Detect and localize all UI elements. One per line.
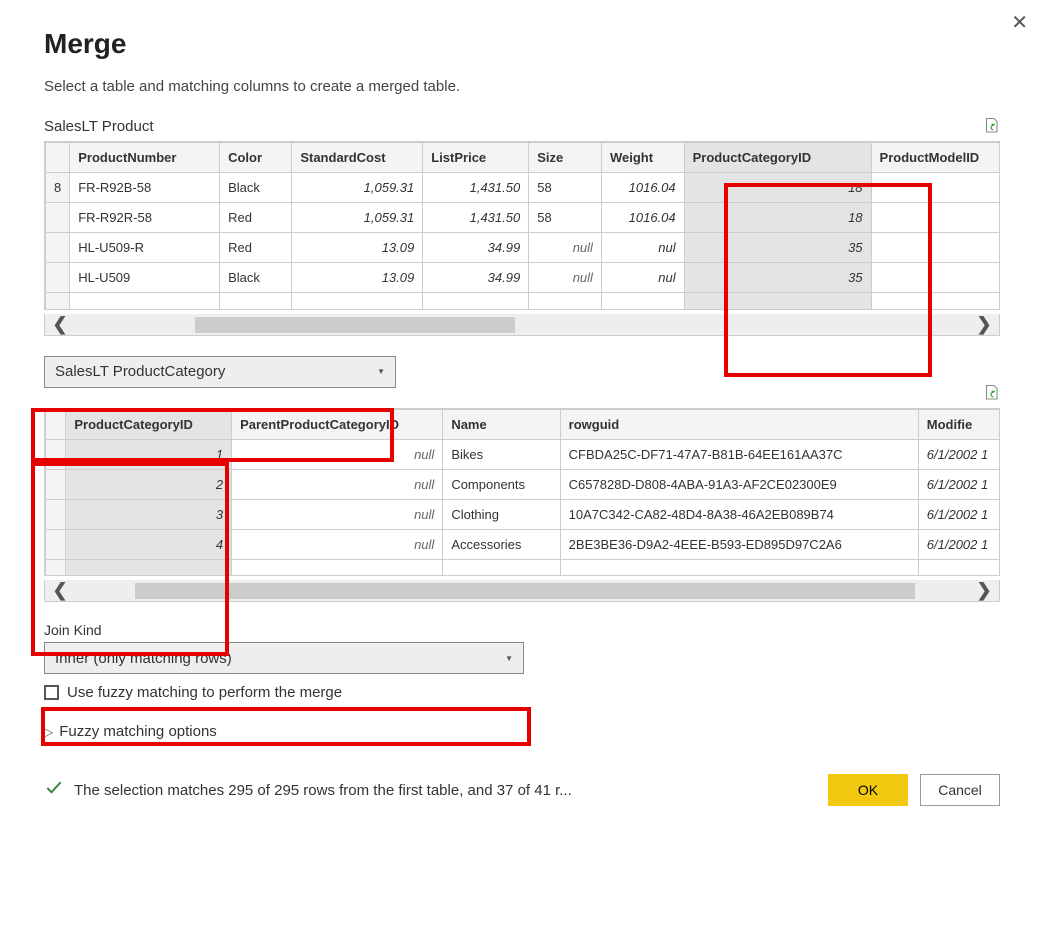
join-kind-select[interactable]: Inner (only matching rows) ▼ bbox=[44, 642, 524, 674]
scroll-right-icon[interactable]: ❯ bbox=[969, 314, 999, 335]
table1-hscrollbar[interactable]: ❮ ❯ bbox=[44, 314, 1000, 336]
checkmark-icon bbox=[44, 778, 64, 802]
scroll-thumb[interactable] bbox=[135, 583, 915, 599]
status-text: The selection matches 295 of 295 rows fr… bbox=[74, 782, 572, 799]
join-kind-value: Inner (only matching rows) bbox=[55, 650, 232, 667]
table2-grid[interactable]: ProductCategoryID ParentProductCategoryI… bbox=[44, 408, 1000, 577]
chevron-down-icon: ▼ bbox=[505, 654, 513, 663]
col-header[interactable]: rowguid bbox=[560, 409, 918, 439]
col-header[interactable]: StandardCost bbox=[292, 143, 423, 173]
table-row[interactable]: 8 FR-R92B-58 Black 1,059.31 1,431.50 58 … bbox=[46, 173, 1000, 203]
table1-name: SalesLT Product bbox=[44, 118, 154, 135]
col-header[interactable]: ProductNumber bbox=[70, 143, 220, 173]
fuzzy-options-label: Fuzzy matching options bbox=[59, 723, 217, 740]
close-icon[interactable]: ✕ bbox=[1011, 10, 1028, 35]
table-row[interactable]: 3 null Clothing 10A7C342-CA82-48D4-8A38-… bbox=[46, 499, 1000, 529]
table1-grid[interactable]: ProductNumber Color StandardCost ListPri… bbox=[44, 141, 1000, 310]
col-header-selected[interactable]: ProductCategoryID bbox=[684, 143, 871, 173]
scroll-left-icon[interactable]: ❮ bbox=[45, 314, 75, 335]
col-header-selected[interactable]: ProductCategoryID bbox=[66, 409, 232, 439]
col-header[interactable]: Color bbox=[220, 143, 292, 173]
col-header[interactable]: Size bbox=[529, 143, 602, 173]
dialog-title: Merge bbox=[44, 28, 1000, 60]
refresh-icon[interactable] bbox=[982, 117, 1000, 135]
chevron-down-icon: ▼ bbox=[377, 367, 385, 376]
table-row[interactable]: 2 null Components C657828D-D808-4ABA-91A… bbox=[46, 469, 1000, 499]
scroll-left-icon[interactable]: ❮ bbox=[45, 580, 75, 601]
col-header[interactable]: Weight bbox=[601, 143, 684, 173]
table-row[interactable]: 1 null Bikes CFBDA25C-DF71-47A7-B81B-64E… bbox=[46, 439, 1000, 469]
col-header[interactable] bbox=[46, 409, 66, 439]
table-row[interactable]: HL-U509 Black 13.09 34.99 null nul 35 bbox=[46, 263, 1000, 293]
table-row[interactable]: 4 null Accessories 2BE3BE36-D9A2-4EEE-B5… bbox=[46, 529, 1000, 559]
fuzzy-options-expander[interactable]: ▷ Fuzzy matching options bbox=[44, 723, 1000, 740]
col-header[interactable]: ParentProductCategoryID bbox=[232, 409, 443, 439]
ok-button[interactable]: OK bbox=[828, 774, 908, 806]
table-row bbox=[46, 559, 1000, 575]
fuzzy-matching-label: Use fuzzy matching to perform the merge bbox=[67, 684, 342, 701]
table-row[interactable]: HL-U509-R Red 13.09 34.99 null nul 35 bbox=[46, 233, 1000, 263]
dialog-subtitle: Select a table and matching columns to c… bbox=[44, 78, 1000, 95]
table2-select[interactable]: SalesLT ProductCategory ▼ bbox=[44, 356, 396, 388]
cancel-button[interactable]: Cancel bbox=[920, 774, 1000, 806]
table2-select-value: SalesLT ProductCategory bbox=[55, 363, 225, 380]
chevron-right-icon: ▷ bbox=[44, 725, 53, 739]
table2-hscrollbar[interactable]: ❮ ❯ bbox=[44, 580, 1000, 602]
table-row[interactable]: FR-R92R-58 Red 1,059.31 1,431.50 58 1016… bbox=[46, 203, 1000, 233]
join-kind-label: Join Kind bbox=[44, 622, 1000, 638]
fuzzy-matching-checkbox[interactable] bbox=[44, 685, 59, 700]
scroll-thumb[interactable] bbox=[195, 317, 515, 333]
table-row bbox=[46, 293, 1000, 309]
col-header[interactable]: Name bbox=[443, 409, 560, 439]
col-header[interactable] bbox=[46, 143, 70, 173]
col-header[interactable]: Modifie bbox=[918, 409, 999, 439]
scroll-right-icon[interactable]: ❯ bbox=[969, 580, 999, 601]
refresh-icon[interactable] bbox=[982, 384, 1000, 402]
col-header[interactable]: ProductModelID bbox=[871, 143, 999, 173]
col-header[interactable]: ListPrice bbox=[423, 143, 529, 173]
